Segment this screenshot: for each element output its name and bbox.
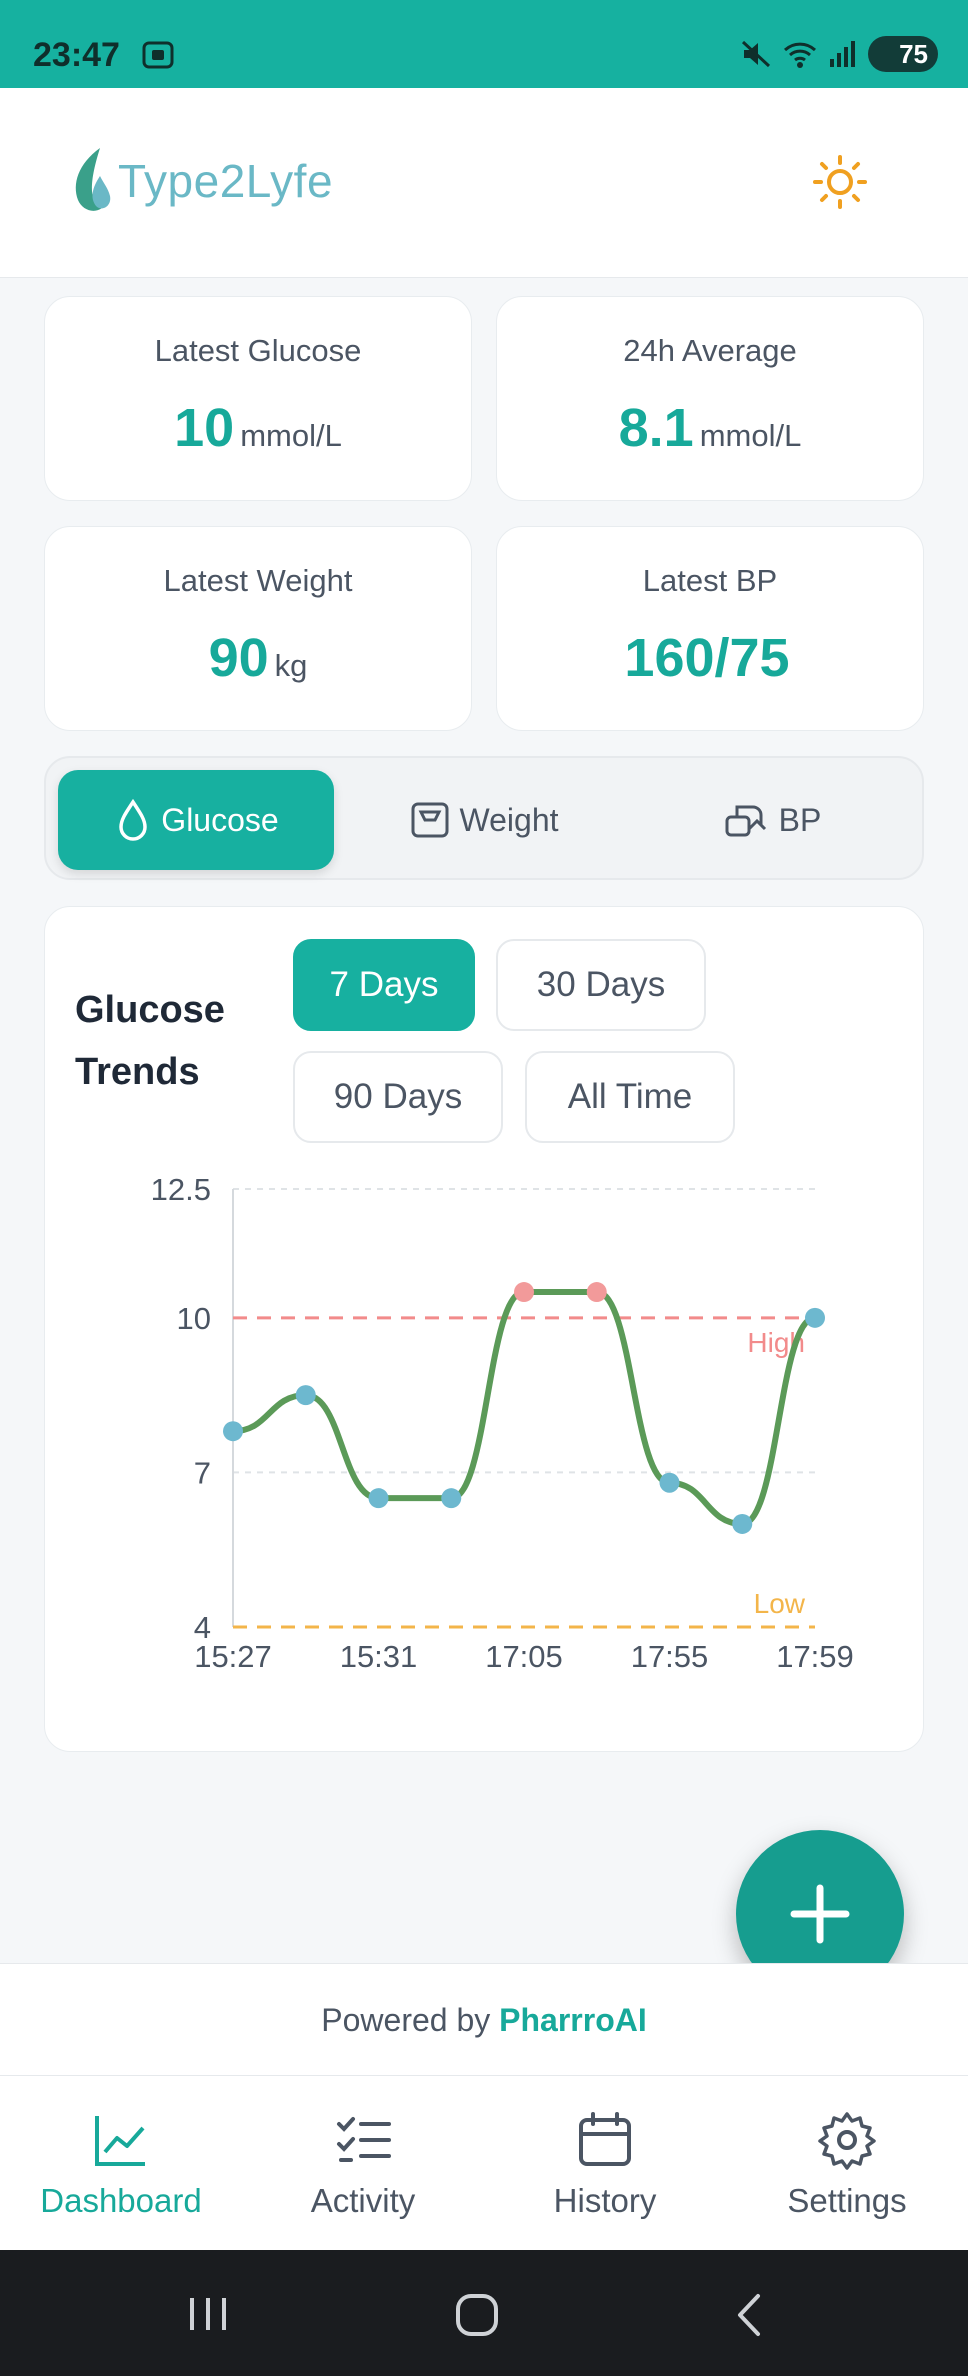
app-logo: Type2Lyfe [70, 146, 333, 216]
metric-label: Latest Weight [163, 563, 353, 598]
home-icon[interactable] [454, 2292, 500, 2338]
data-point [295, 1385, 316, 1406]
data-point [586, 1282, 607, 1303]
app-title: Type2Lyfe [118, 155, 334, 207]
theme-toggle-sun-icon[interactable] [812, 154, 868, 210]
metric-card-latest-bp: Latest BP 160/75 [496, 526, 924, 731]
metric-unit: mmol/L [240, 418, 342, 453]
data-point [368, 1488, 389, 1509]
blood-pressure-icon [725, 805, 766, 837]
status-time: 23:47 [33, 36, 120, 74]
system-navigation-bar [0, 2250, 968, 2376]
y-tick-label: 7 [194, 1455, 211, 1490]
screenshot-icon [142, 41, 174, 69]
metric-label: Latest BP [642, 563, 778, 598]
data-point [659, 1472, 680, 1493]
metric-value: 90 [208, 628, 269, 688]
status-bar: 23:47 75 [0, 0, 968, 88]
plus-icon [790, 1884, 850, 1944]
nav-history[interactable]: History [484, 2110, 726, 2220]
calendar-icon [579, 2112, 631, 2166]
mute-icon [741, 40, 771, 68]
battery-level: 75 [899, 38, 928, 69]
metric-value: 160/75 [624, 628, 790, 688]
wifi-icon [783, 42, 817, 68]
metric-card-24h-average: 24h Average 8.1 mmol/L [496, 296, 924, 501]
recent-apps-icon[interactable] [186, 2294, 230, 2334]
checklist-icon [337, 2117, 391, 2162]
battery-indicator: 75 [868, 36, 938, 72]
powered-brand[interactable]: PharrroAI [499, 2002, 647, 2038]
metric-unit: mmol/L [699, 418, 802, 453]
tab-label: BP [778, 801, 822, 838]
glucose-series-line [230, 1289, 818, 1527]
x-tick-label: 17:05 [485, 1639, 563, 1674]
chart-line-icon [95, 2116, 145, 2166]
metric-label: Latest Glucose [154, 333, 362, 368]
data-point [223, 1421, 243, 1442]
bottom-navigation: Dashboard Activity History Settings [0, 2075, 968, 2250]
nav-label: Dashboard [40, 2182, 202, 2219]
data-point [514, 1282, 534, 1303]
metric-unit: kg [274, 648, 308, 683]
app-header: Type2Lyfe [0, 88, 968, 278]
back-icon[interactable] [734, 2292, 764, 2338]
status-icons: 75 [740, 34, 938, 74]
leaf-drop-icon [75, 148, 111, 211]
x-tick-label: 17:59 [776, 1639, 854, 1674]
scale-icon [411, 802, 449, 838]
x-tick-label: 15:27 [194, 1639, 272, 1674]
nav-label: History [553, 2182, 657, 2219]
nav-label: Activity [310, 2182, 416, 2219]
metric-value: 8.1 [618, 398, 694, 458]
tab-bp[interactable]: BP [634, 770, 910, 870]
x-tick-label: 15:31 [340, 1639, 418, 1674]
glucose-chart: 471012.5HighLow15:27 15:31 17:05 17:55 17:59 [151, 1172, 854, 1674]
metric-label: 24h Average [623, 333, 797, 368]
drop-icon [119, 798, 148, 841]
powered-by: Powered by PharrroAI [0, 1963, 968, 2075]
nav-dashboard[interactable]: Dashboard [0, 2110, 242, 2220]
gear-icon [818, 2112, 876, 2170]
glucose-trends-card: Glucose Trends 7 Days 30 Days 90 Days Al… [44, 906, 924, 1752]
tab-weight[interactable]: Weight [346, 770, 622, 870]
y-tick-label: 10 [177, 1301, 211, 1336]
tab-glucose[interactable]: Glucose [58, 770, 334, 870]
y-tick-label: 12.5 [151, 1172, 211, 1207]
x-tick-label: 17:55 [631, 1639, 709, 1674]
signal-icon [830, 41, 855, 67]
powered-prefix: Powered by [321, 2002, 491, 2038]
metric-type-tabs: Glucose Weight BP [44, 756, 924, 880]
nav-activity[interactable]: Activity [242, 2110, 484, 2220]
metric-value: 10 [174, 398, 235, 458]
nav-settings[interactable]: Settings [726, 2110, 968, 2220]
data-point [441, 1488, 462, 1509]
nav-label: Settings [787, 2182, 907, 2219]
threshold-label-low: Low [754, 1588, 806, 1619]
data-point [732, 1513, 753, 1534]
data-point [805, 1307, 825, 1328]
tab-label: Glucose [161, 801, 279, 838]
tab-label: Weight [459, 801, 559, 838]
metric-card-latest-glucose: Latest Glucose 10 mmol/L [44, 296, 472, 501]
metric-card-latest-weight: Latest Weight 90 kg [44, 526, 472, 731]
